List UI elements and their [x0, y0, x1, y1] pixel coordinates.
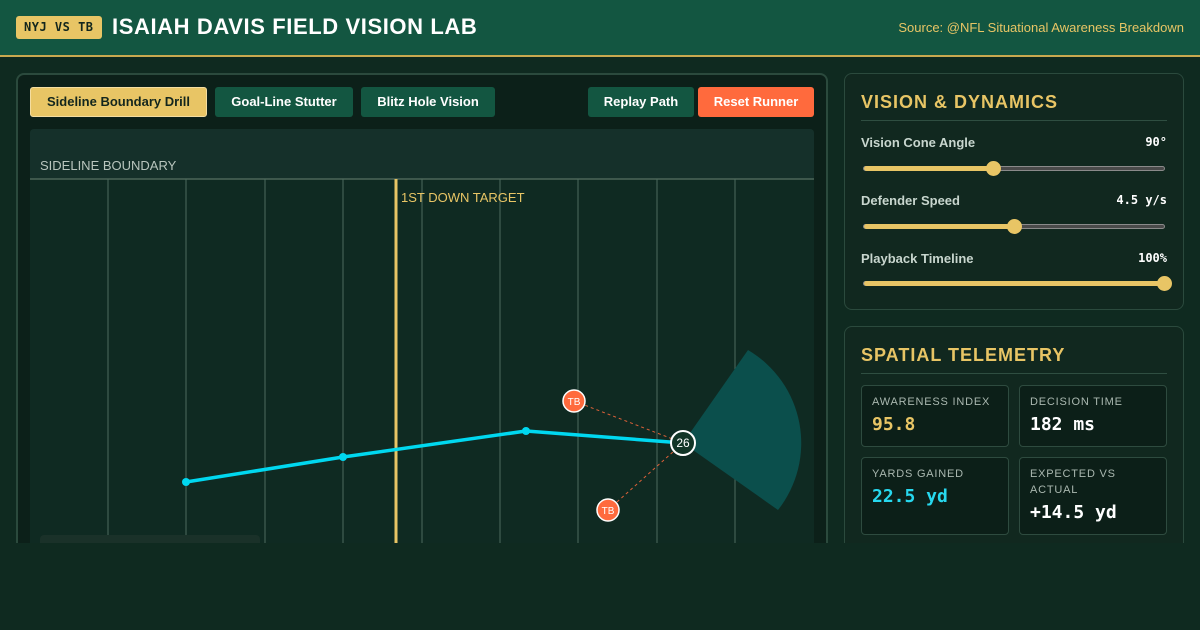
- playback-timeline-label: Playback Timeline: [861, 251, 974, 266]
- defender-marker[interactable]: TB: [562, 389, 586, 413]
- vision-dynamics-title: VISION & DYNAMICS: [861, 92, 1059, 112]
- runner-marker[interactable]: 26: [670, 430, 696, 456]
- vision-cone-angle-slider[interactable]: [863, 161, 1165, 176]
- defender-marker[interactable]: TB: [596, 498, 620, 522]
- vision-cone-angle-value: 90°: [1145, 135, 1167, 149]
- path-waypoint: [522, 427, 530, 435]
- app-header: NYJ VS TB ISAIAH DAVIS FIELD VISION LAB …: [0, 0, 1200, 57]
- slider-thumb[interactable]: [1157, 276, 1172, 291]
- drill-blitz-hole-vision-button[interactable]: Blitz Hole Vision: [361, 87, 495, 117]
- page-title: ISAIAH DAVIS FIELD VISION LAB: [112, 14, 478, 39]
- field-canvas[interactable]: SIDELINE BOUNDARY 1ST DOWN TARGET TB TB …: [30, 129, 814, 589]
- playback-timeline-value: 100%: [1138, 251, 1167, 265]
- svg-text:TB: TB: [568, 397, 581, 408]
- slider-thumb[interactable]: [986, 161, 1001, 176]
- defender-speed-value: 4.5 y/s: [1116, 193, 1167, 207]
- drill-sideline-boundary-button[interactable]: Sideline Boundary Drill: [30, 87, 207, 117]
- playback-timeline-slider[interactable]: [863, 276, 1172, 291]
- vision-cone-angle-label: Vision Cone Angle: [861, 135, 976, 150]
- first-down-label: 1ST DOWN TARGET: [401, 190, 525, 205]
- awareness-index-value: 95.8: [872, 414, 916, 435]
- decision-time-card: DECISION TIME 182 ms: [1019, 385, 1167, 447]
- decision-time-value: 182 ms: [1030, 414, 1096, 435]
- cropped-area: [0, 543, 1200, 630]
- awareness-index-label: AWARENESS INDEX: [872, 396, 991, 408]
- expected-vs-actual-value: +14.5 yd: [1030, 502, 1117, 523]
- path-waypoint: [182, 478, 190, 486]
- expected-vs-actual-card: EXPECTED VS ACTUAL +14.5 yd: [1019, 457, 1167, 535]
- slider-fill: [864, 166, 993, 171]
- yards-gained-label: YARDS GAINED: [872, 468, 964, 480]
- defender-speed-label: Defender Speed: [861, 193, 960, 208]
- divider: [861, 120, 1167, 121]
- path-waypoint: [339, 453, 347, 461]
- decision-time-label: DECISION TIME: [1030, 396, 1123, 408]
- awareness-index-card: AWARENESS INDEX 95.8: [861, 385, 1009, 447]
- slider-thumb[interactable]: [1007, 219, 1022, 234]
- matchup-badge: NYJ VS TB: [16, 16, 102, 39]
- reset-runner-button[interactable]: Reset Runner: [698, 87, 814, 117]
- field-view[interactable]: SIDELINE BOUNDARY 1ST DOWN TARGET TB TB …: [30, 129, 814, 589]
- yards-gained-value: 22.5 yd: [872, 486, 948, 507]
- spatial-telemetry-title: SPATIAL TELEMETRY: [861, 345, 1066, 365]
- field-panel: Sideline Boundary Drill Goal-Line Stutte…: [16, 73, 828, 589]
- drill-goal-line-stutter-button[interactable]: Goal-Line Stutter: [215, 87, 353, 117]
- defender-speed-slider[interactable]: [863, 219, 1165, 234]
- vision-dynamics-panel: VISION & DYNAMICS Vision Cone Angle 90° …: [844, 73, 1184, 310]
- svg-text:TB: TB: [602, 506, 615, 517]
- sideline-label: SIDELINE BOUNDARY: [40, 158, 177, 173]
- slider-fill: [864, 281, 1164, 286]
- yards-gained-card: YARDS GAINED 22.5 yd: [861, 457, 1009, 535]
- expected-vs-actual-label: EXPECTED VS ACTUAL: [1030, 468, 1116, 496]
- slider-fill: [864, 224, 1014, 229]
- divider: [861, 373, 1167, 374]
- source-credit: Source: @NFL Situational Awareness Break…: [898, 20, 1184, 35]
- svg-text:26: 26: [676, 436, 690, 450]
- replay-path-button[interactable]: Replay Path: [588, 87, 694, 117]
